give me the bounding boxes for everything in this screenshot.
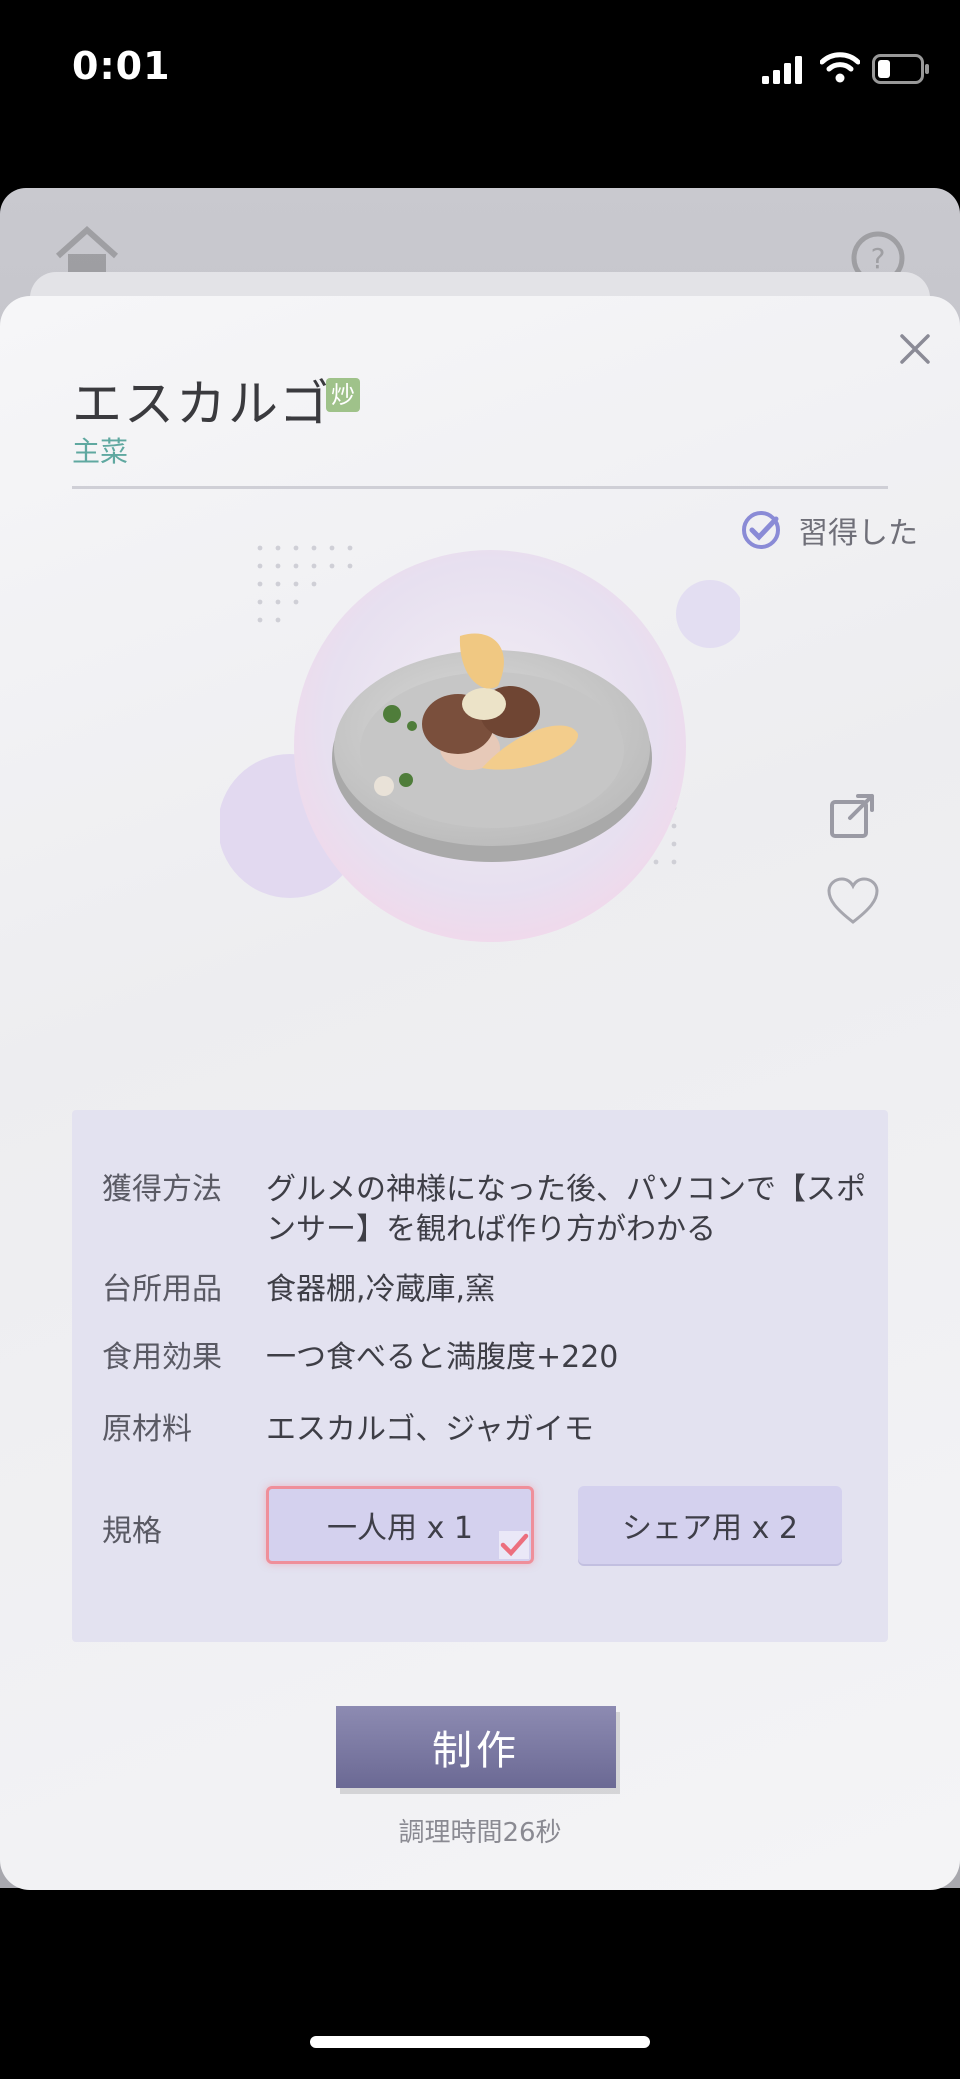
learned-label: 習得した [798, 516, 918, 551]
cook-method-badge: 炒 [326, 378, 360, 412]
recipe-dialog: エスカルゴ 炒 主菜 習得した 獲得方法 グルメの神様になった後、パソコンで【ス… [0, 296, 960, 1890]
cook-time: 調理時間26秒 [398, 1818, 562, 1848]
materials-value: エスカルゴ、ジャガイモ [266, 1412, 594, 1447]
info-row-effect: 食用効果 一つ食べると満腹度+220 [102, 1338, 862, 1378]
screen: 0:01 ? エスカルゴ 炒 主菜 習得した 獲得方法 グルメの神様になった後、… [0, 0, 960, 2079]
dish-title: エスカルゴ [72, 375, 331, 433]
info-row-tools: 台所用品 食器棚,冷蔵庫,窯 [102, 1270, 862, 1310]
close-icon[interactable] [892, 326, 938, 372]
spec-option-share-label: シェア用 x 2 [622, 1511, 798, 1546]
spec-option-single-label: 一人用 x 1 [327, 1511, 473, 1546]
tools-value: 食器棚,冷蔵庫,窯 [266, 1272, 496, 1307]
home-indicator[interactable] [310, 2036, 650, 2048]
check-icon [499, 1531, 529, 1559]
dish-category: 主菜 [72, 435, 129, 468]
learned-status: 習得した [740, 508, 918, 552]
effect-value: 一つ食べると満腹度+220 [266, 1340, 619, 1375]
status-bar: 0:01 [0, 0, 960, 140]
svg-text:?: ? [871, 242, 886, 275]
share-icon[interactable] [828, 790, 878, 840]
cellular-signal-icon [762, 56, 802, 84]
heart-icon[interactable] [826, 876, 880, 926]
info-row-method: 獲得方法 グルメの神様になった後、パソコンで【スポンサー】を観れば作り方がわかる [102, 1170, 866, 1254]
tools-label: 台所用品 [102, 1272, 222, 1307]
spec-option-single[interactable]: 一人用 x 1 [266, 1486, 534, 1564]
check-circle-icon [742, 511, 780, 549]
wifi-icon [820, 52, 860, 83]
spec-option-share[interactable]: シェア用 x 2 [578, 1486, 842, 1564]
battery-icon [872, 54, 929, 84]
info-row-materials: 原材料 エスカルゴ、ジャガイモ [102, 1410, 862, 1450]
craft-button[interactable]: 制作 [336, 1706, 616, 1788]
status-time: 0:01 [72, 44, 171, 88]
method-value: グルメの神様になった後、パソコンで【スポンサー】を観れば作り方がわかる [266, 1172, 866, 1247]
recipe-info-panel: 獲得方法 グルメの神様になった後、パソコンで【スポンサー】を観れば作り方がわかる… [72, 1110, 888, 1642]
dish-illustration [220, 545, 740, 942]
effect-label: 食用効果 [102, 1340, 222, 1375]
method-label: 獲得方法 [102, 1172, 222, 1207]
spec-label: 規格 [102, 1514, 162, 1549]
materials-label: 原材料 [102, 1412, 192, 1447]
title-divider [72, 486, 888, 489]
